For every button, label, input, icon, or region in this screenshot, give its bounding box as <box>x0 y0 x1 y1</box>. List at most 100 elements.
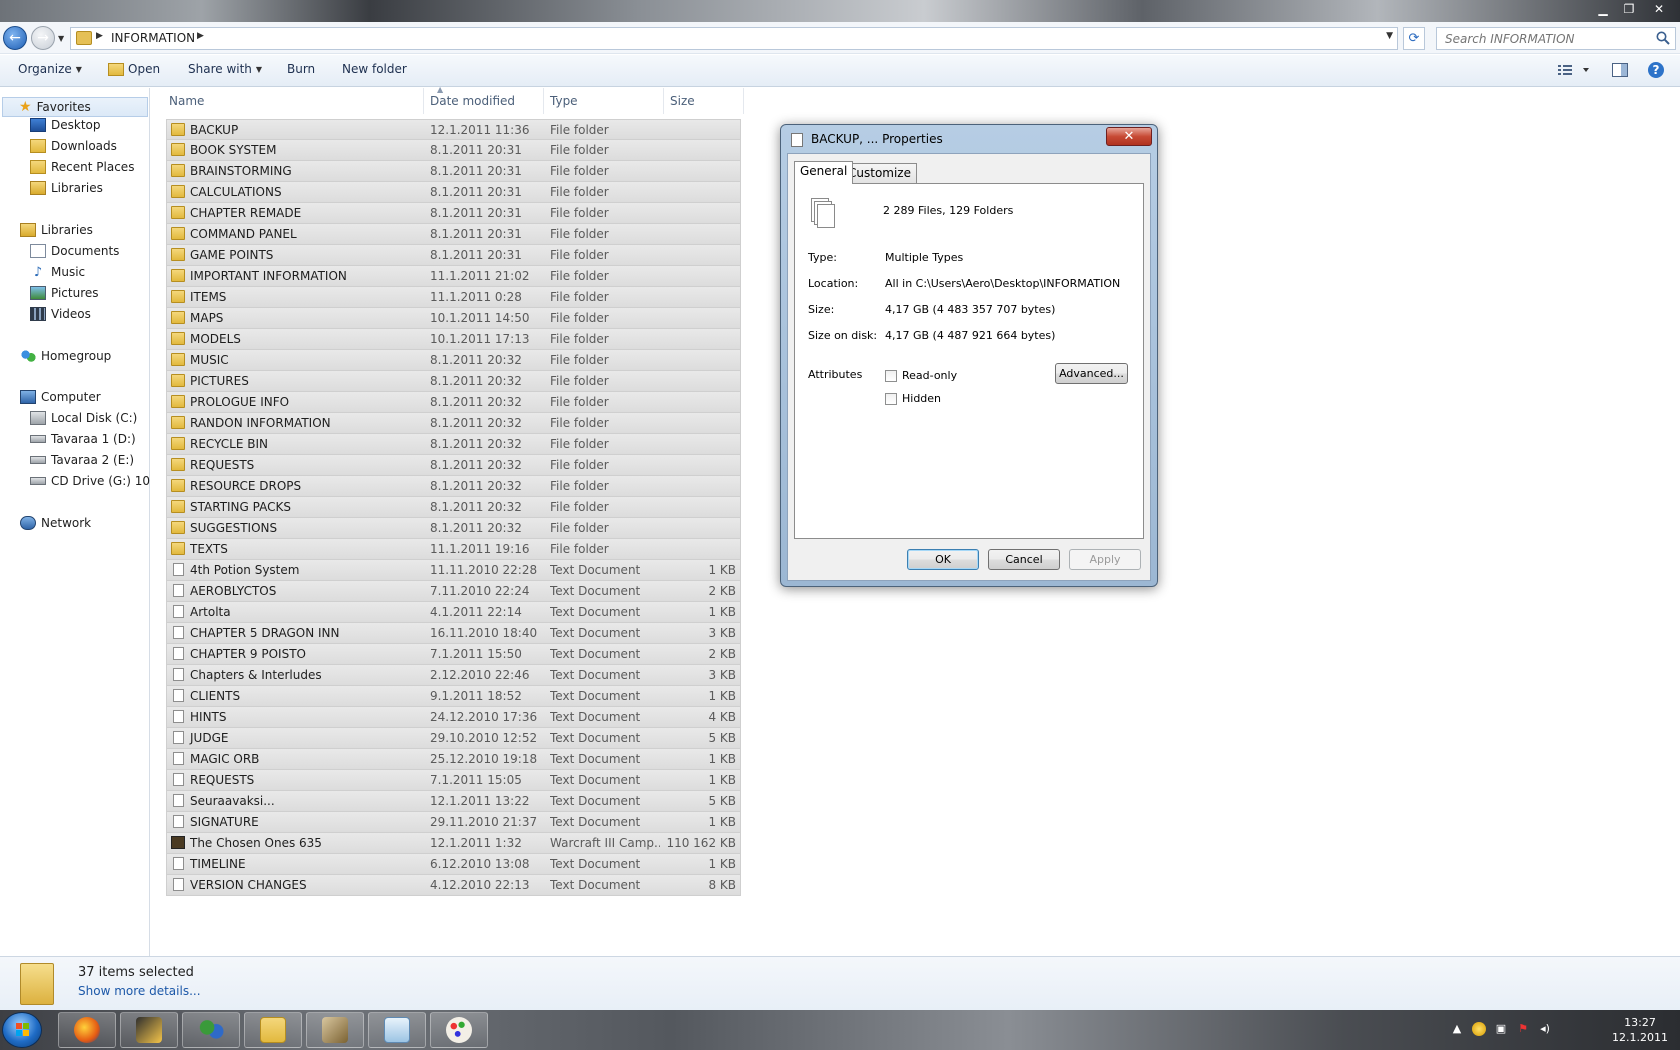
dialog-close-button[interactable]: ✕ <box>1106 127 1152 146</box>
address-history-dropdown[interactable]: ▼ <box>1386 31 1393 41</box>
back-button[interactable]: ← <box>3 26 27 50</box>
file-row[interactable]: VERSION CHANGES 4.12.2010 22:13 Text Docum… <box>166 875 741 896</box>
file-row[interactable]: 4th Potion System 11.11.2010 22:28 Text Do… <box>166 560 741 581</box>
refresh-button[interactable]: ⟳ <box>1403 27 1425 50</box>
file-row[interactable]: RECYCLE BIN 8.1.2011 20:32 File folder <box>166 434 741 455</box>
network-tray-icon[interactable]: ▣ <box>1494 1022 1508 1036</box>
minimize-button[interactable]: ▁ <box>1590 0 1616 18</box>
file-row[interactable]: HINTS 24.12.2010 17:36 Text Document 4 KB <box>166 707 741 728</box>
file-row[interactable]: PROLOGUE INFO 8.1.2011 20:32 File folder <box>166 392 741 413</box>
file-row[interactable]: RESOURCE DROPS 8.1.2011 20:32 File folder <box>166 476 741 497</box>
close-button[interactable]: ✕ <box>1642 0 1676 18</box>
file-row[interactable]: Artolta 4.1.2011 22:14 Text Document 1 KB <box>166 602 741 623</box>
nav-tavaraa-2[interactable]: Tavaraa 2 (E:) <box>30 453 134 467</box>
cancel-button[interactable]: Cancel <box>988 549 1060 570</box>
nav-desktop[interactable]: Desktop <box>30 118 101 132</box>
nav-favorites[interactable]: ★ Favorites <box>2 97 148 117</box>
file-row[interactable]: CLIENTS 9.1.2011 18:52 Text Document 1 KB <box>166 686 741 707</box>
help-button[interactable]: ? <box>1647 61 1665 82</box>
search-input[interactable] <box>1437 28 1647 49</box>
file-row[interactable]: Seuraavaksi... 12.1.2011 13:22 Text Docume… <box>166 791 741 812</box>
action-center-flag-icon[interactable]: ⚑ <box>1516 1022 1530 1036</box>
forward-button[interactable]: → <box>31 26 55 50</box>
show-hidden-icons-icon[interactable]: ▲ <box>1450 1022 1464 1036</box>
nav-downloads[interactable]: Downloads <box>30 139 117 153</box>
file-row[interactable]: TIMELINE 6.12.2010 13:08 Text Document 1 KB <box>166 854 741 875</box>
file-row[interactable]: COMMAND PANEL 8.1.2011 20:31 File folder <box>166 224 741 245</box>
advanced-button[interactable]: Advanced... <box>1055 363 1128 384</box>
nav-tavaraa-1[interactable]: Tavaraa 1 (D:) <box>30 432 136 446</box>
start-button[interactable] <box>2 1012 42 1048</box>
address-bar[interactable]: ▶ INFORMATION ▶ ▼ <box>70 27 1398 50</box>
search-box[interactable] <box>1436 27 1676 50</box>
file-row[interactable]: MAGIC ORB 25.12.2010 19:18 Text Document 1 … <box>166 749 741 770</box>
apply-button[interactable]: Apply <box>1069 549 1141 570</box>
column-header-date-modified[interactable]: Date modified <box>430 94 515 108</box>
open-button[interactable]: Open <box>108 62 160 76</box>
nav-libraries[interactable]: Libraries <box>20 223 93 237</box>
checkbox-box[interactable] <box>885 369 897 382</box>
taskbar-app-5[interactable] <box>306 1012 364 1048</box>
recent-pages-dropdown[interactable]: ▼ <box>58 34 66 43</box>
taskbar-paint[interactable] <box>430 1012 488 1048</box>
nav-homegroup[interactable]: Homegroup <box>20 349 111 363</box>
taskbar-firefox[interactable] <box>58 1012 116 1048</box>
show-more-details-link[interactable]: Show more details... <box>78 984 201 998</box>
smiley-tray-icon[interactable] <box>1472 1022 1486 1036</box>
burn-button[interactable]: Burn <box>287 62 315 76</box>
nav-recent-places[interactable]: Recent Places <box>30 160 134 174</box>
file-row[interactable]: MODELS 10.1.2011 17:13 File folder <box>166 329 741 350</box>
search-icon[interactable] <box>1655 30 1671 46</box>
taskbar-app-2[interactable] <box>120 1012 178 1048</box>
readonly-checkbox[interactable]: Read-only <box>885 369 957 382</box>
column-header-size[interactable]: Size <box>670 94 695 108</box>
nav-documents[interactable]: Documents <box>30 244 119 258</box>
file-row[interactable]: REQUESTS 7.1.2011 15:05 Text Document 1 KB <box>166 770 741 791</box>
file-row[interactable]: STARTING PACKS 8.1.2011 20:32 File folder <box>166 497 741 518</box>
nav-pictures[interactable]: Pictures <box>30 286 99 300</box>
file-row[interactable]: SUGGESTIONS 8.1.2011 20:32 File folder <box>166 518 741 539</box>
file-row[interactable]: BOOK SYSTEM 8.1.2011 20:31 File folder <box>166 140 741 161</box>
file-row[interactable]: JUDGE 29.10.2010 12:52 Text Document 5 KB <box>166 728 741 749</box>
nav-network[interactable]: Network <box>20 516 91 530</box>
taskbar-app-3[interactable] <box>182 1012 240 1048</box>
file-row[interactable]: PICTURES 8.1.2011 20:32 File folder <box>166 371 741 392</box>
restore-button[interactable]: ❐ <box>1616 0 1642 18</box>
ok-button[interactable]: OK <box>907 549 979 570</box>
file-row[interactable]: CALCULATIONS 8.1.2011 20:31 File folder <box>166 182 741 203</box>
file-row[interactable]: GAME POINTS 8.1.2011 20:31 File folder <box>166 245 741 266</box>
file-row[interactable]: The Chosen Ones 635 12.1.2011 1:32 Warcraf… <box>166 833 741 854</box>
file-row[interactable]: SIGNATURE 29.11.2010 21:37 Text Document 1 … <box>166 812 741 833</box>
breadcrumb-information[interactable]: INFORMATION <box>111 31 195 45</box>
nav-computer[interactable]: Computer <box>20 390 101 404</box>
column-divider[interactable] <box>663 88 664 114</box>
file-row[interactable]: Chapters & Interludes 2.12.2010 22:46 Text… <box>166 665 741 686</box>
file-row[interactable]: AEROBLYCTOS 7.11.2010 22:24 Text Document 2… <box>166 581 741 602</box>
taskbar-explorer[interactable] <box>244 1012 302 1048</box>
checkbox-box[interactable] <box>885 392 897 405</box>
preview-pane-button[interactable] <box>1611 61 1629 82</box>
nav-favorites-libraries[interactable]: Libraries <box>30 181 103 195</box>
new-folder-button[interactable]: New folder <box>342 62 407 76</box>
file-row[interactable]: BACKUP 12.1.2011 11:36 File folder <box>166 119 741 140</box>
file-row[interactable]: CHAPTER REMADE 8.1.2011 20:31 File folder <box>166 203 741 224</box>
file-row[interactable]: IMPORTANT INFORMATION 11.1.2011 21:02 File… <box>166 266 741 287</box>
file-row[interactable]: TEXTS 11.1.2011 19:16 File folder <box>166 539 741 560</box>
change-view-button[interactable] <box>1557 61 1591 82</box>
column-divider[interactable] <box>743 88 744 114</box>
file-row[interactable]: MAPS 10.1.2011 14:50 File folder <box>166 308 741 329</box>
nav-music[interactable]: ♪ Music <box>30 265 85 280</box>
file-row[interactable]: ITEMS 11.1.2011 0:28 File folder <box>166 287 741 308</box>
file-row[interactable]: CHAPTER 5 DRAGON INN 16.11.2010 18:40 Text… <box>166 623 741 644</box>
clock[interactable]: 13:27 12.1.2011 <box>1612 1015 1668 1045</box>
column-divider[interactable] <box>423 88 424 114</box>
file-row[interactable]: RANDON INFORMATION 8.1.2011 20:32 File fol… <box>166 413 741 434</box>
nav-videos[interactable]: Videos <box>30 307 91 321</box>
file-row[interactable]: CHAPTER 9 POISTO 7.1.2011 15:50 Text Docum… <box>166 644 741 665</box>
breadcrumb-chevron-icon[interactable]: ▶ <box>96 31 103 41</box>
column-header-name[interactable]: Name <box>169 94 204 108</box>
column-header-type[interactable]: Type <box>550 94 578 108</box>
file-row[interactable]: REQUESTS 8.1.2011 20:32 File folder <box>166 455 741 476</box>
hidden-checkbox[interactable]: Hidden <box>885 392 941 405</box>
column-divider[interactable] <box>543 88 544 114</box>
